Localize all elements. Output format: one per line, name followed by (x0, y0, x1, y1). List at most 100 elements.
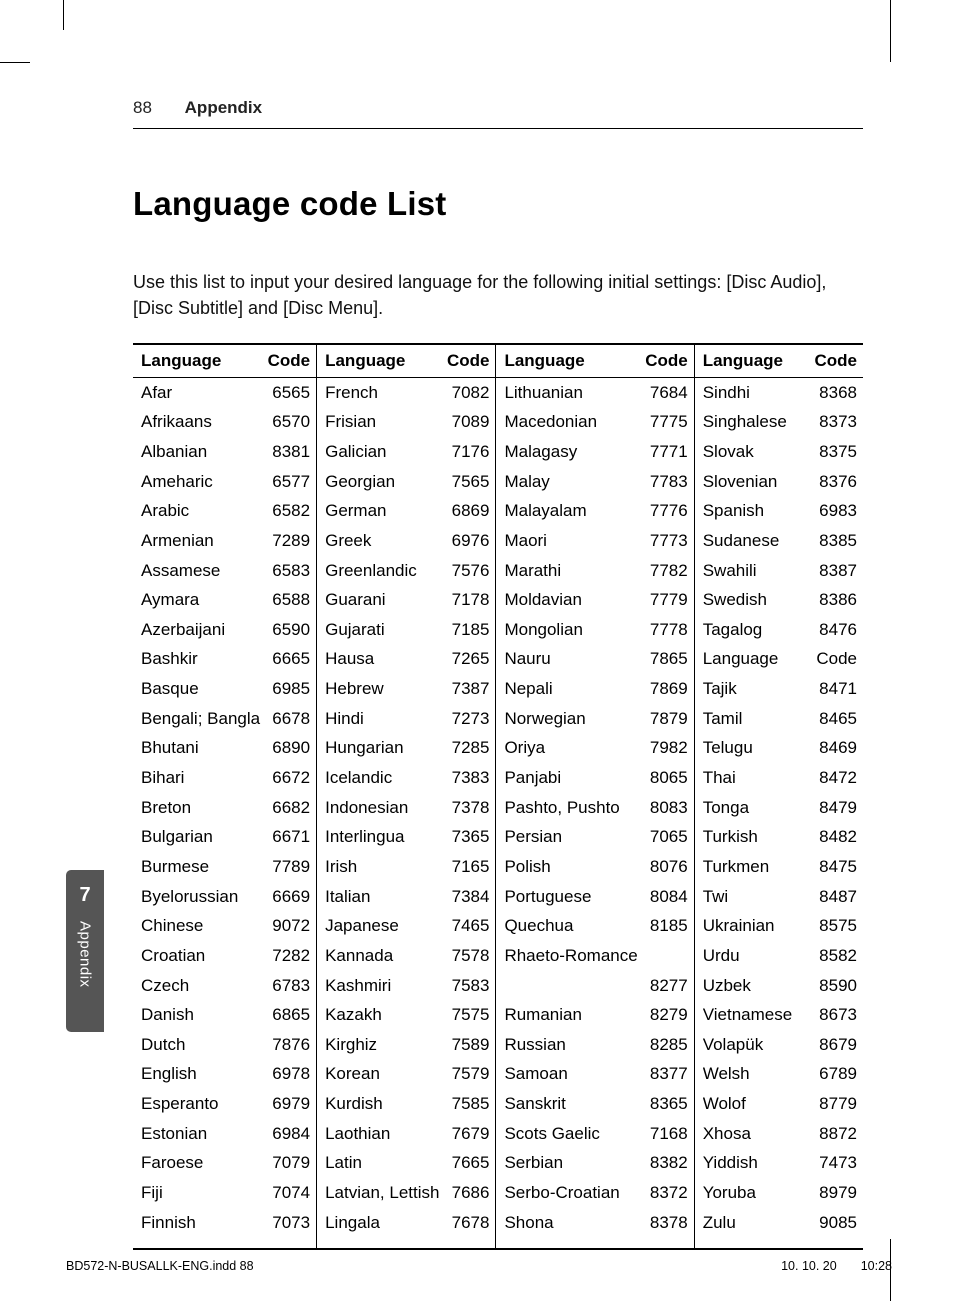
language-name: Bihari (141, 766, 264, 791)
table-row: Lingala7678 (317, 1208, 495, 1238)
language-name (504, 974, 641, 999)
table-row: Armenian7289 (133, 526, 316, 556)
header-language: Language (703, 351, 783, 371)
language-code: 7876 (264, 1033, 310, 1058)
table-row: Fiji7074 (133, 1178, 316, 1208)
language-code: 6682 (264, 796, 310, 821)
table-row: Latvian, Lettish7686 (317, 1178, 495, 1208)
table-row: Aymara6588 (133, 586, 316, 616)
table-row: Portuguese8084 (496, 882, 693, 912)
table-row: Byelorussian6669 (133, 882, 316, 912)
language-name: Slovak (703, 440, 811, 465)
language-name: Korean (325, 1062, 443, 1087)
language-name: Slovenian (703, 470, 811, 495)
language-name: Moldavian (504, 588, 641, 613)
language-name: Persian (504, 825, 641, 850)
table-row: Tajik8471 (695, 675, 863, 705)
table-row: Scots Gaelic7168 (496, 1119, 693, 1149)
table-row: Gujarati7185 (317, 615, 495, 645)
language-name: Bulgarian (141, 825, 264, 850)
language-code: 6985 (264, 677, 310, 702)
language-name: Ameharic (141, 470, 264, 495)
language-name: Galician (325, 440, 443, 465)
column-header: LanguageCode (317, 345, 495, 378)
table-row: Greenlandic7576 (317, 556, 495, 586)
language-code: 6976 (443, 529, 489, 554)
language-code: 7782 (642, 559, 688, 584)
footer-date: 10. 10. 20 (781, 1259, 837, 1273)
side-tab: 7 Appendix (66, 870, 104, 1032)
table-row: Esperanto6979 (133, 1090, 316, 1120)
side-tab-label: Appendix (77, 921, 94, 988)
table-row: LanguageCode (695, 645, 863, 675)
table-row: Turkmen8475 (695, 852, 863, 882)
language-code: 8185 (642, 914, 688, 939)
table-row: Hungarian7285 (317, 734, 495, 764)
table-row: Sudanese8385 (695, 526, 863, 556)
table-row: 8277 (496, 971, 693, 1001)
table-row: Frisian7089 (317, 408, 495, 438)
table-row: Afar6565 (133, 378, 316, 408)
language-name: Macedonian (504, 410, 641, 435)
table-row: Swedish8386 (695, 586, 863, 616)
table-row: Azerbaijani6590 (133, 615, 316, 645)
page: 7 Appendix 88 Appendix Language code Lis… (0, 0, 954, 1301)
table-row: Bengali; Bangla6678 (133, 704, 316, 734)
language-name: Volapük (703, 1033, 811, 1058)
language-code: 8279 (642, 1003, 688, 1028)
language-code: 8285 (642, 1033, 688, 1058)
footer-filename: BD572-N-BUSALLK-ENG.indd 88 (66, 1259, 254, 1273)
table-row: Japanese7465 (317, 912, 495, 942)
table-row: Ukrainian8575 (695, 912, 863, 942)
table-row: Russian8285 (496, 1030, 693, 1060)
language-code: 6865 (264, 1003, 310, 1028)
language-code: 9072 (264, 914, 310, 939)
language-code: 6678 (264, 707, 310, 732)
language-name: Frisian (325, 410, 443, 435)
language-name: Spanish (703, 499, 811, 524)
language-code: 6890 (264, 736, 310, 761)
table-row: Finnish7073 (133, 1208, 316, 1238)
language-code: 8590 (811, 974, 857, 999)
table-row: Pashto, Pushto8083 (496, 793, 693, 823)
language-code: 8381 (264, 440, 310, 465)
language-code: 7383 (443, 766, 489, 791)
table-row: Irish7165 (317, 852, 495, 882)
table-row: Burmese7789 (133, 852, 316, 882)
table-row: Albanian8381 (133, 437, 316, 467)
language-code: 7879 (642, 707, 688, 732)
language-name: Sindhi (703, 381, 811, 406)
table-row: Yoruba8979 (695, 1178, 863, 1208)
language-code: 8679 (811, 1033, 857, 1058)
language-code: 8476 (811, 618, 857, 643)
table-row: Icelandic7383 (317, 764, 495, 794)
language-code: 8479 (811, 796, 857, 821)
language-name: Welsh (703, 1062, 811, 1087)
language-name: Finnish (141, 1211, 264, 1236)
table-row: Ameharic6577 (133, 467, 316, 497)
language-name: Chinese (141, 914, 264, 939)
table-row: Kurdish7585 (317, 1090, 495, 1120)
language-code: 8475 (811, 855, 857, 880)
table-row: Rhaeto-Romance (496, 941, 693, 971)
language-name: Greek (325, 529, 443, 554)
table-row: Volapük8679 (695, 1030, 863, 1060)
language-name: Hausa (325, 647, 443, 672)
language-name: Azerbaijani (141, 618, 264, 643)
language-code: 7079 (264, 1151, 310, 1176)
language-code: 8076 (642, 855, 688, 880)
language-name: Rhaeto-Romance (504, 944, 641, 969)
language-code: 8575 (811, 914, 857, 939)
table-row: Nauru7865 (496, 645, 693, 675)
language-name: Armenian (141, 529, 264, 554)
language-name: Tamil (703, 707, 811, 732)
language-name: Guarani (325, 588, 443, 613)
table-row: Tamil8465 (695, 704, 863, 734)
table-row: Xhosa8872 (695, 1119, 863, 1149)
language-name: Basque (141, 677, 264, 702)
page-title: Language code List (133, 185, 863, 223)
language-name: Bhutani (141, 736, 264, 761)
language-name: Tonga (703, 796, 811, 821)
language-name: Kurdish (325, 1092, 443, 1117)
language-name: Pashto, Pushto (504, 796, 641, 821)
